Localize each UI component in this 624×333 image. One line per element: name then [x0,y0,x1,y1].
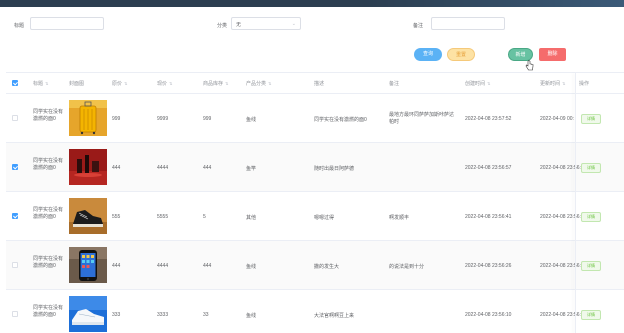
row-updated: 2022-04-08 23:56:41 [540,214,587,220]
row-checkbox[interactable] [12,164,18,170]
row-price: 999 [112,116,121,122]
detail-button[interactable]: 详情 [581,261,601,271]
row-current-price: 4444 [157,263,169,269]
table-row[interactable]: 同学实在没有激燃的面0 555 5555 5 其他 嗯嗯过得 啊发顺丰 2022… [6,192,624,241]
row-price: 555 [112,214,121,220]
row-stock: 5 [203,214,206,220]
row-checkbox[interactable] [12,262,18,268]
row-created: 2022-04-08 23:57:52 [465,116,512,122]
header-price[interactable]: 原价 ⇅ [112,80,127,87]
row-description: 嗯嗯过得 [314,215,335,221]
header-description: 描述 [314,81,325,87]
row-category: 其他 [246,215,257,221]
sneaker-thumbnail [69,296,107,332]
row-title: 同学实在没有激燃的面0 [33,158,64,171]
row-checkbox[interactable] [12,311,18,317]
table-row[interactable]: 同学实在没有激燃的面0 444 4444 444 鱼竿 随时出最日阿萨德 202… [6,143,624,192]
row-title: 同学实在没有激燃的面0 [33,109,64,122]
category-filter-label: 分类 [217,23,228,29]
row-updated: 2022-04-09 00: [540,116,574,122]
shoes-thumbnail [69,198,107,234]
row-created: 2022-04-08 23:56:41 [465,214,512,220]
delete-button[interactable]: 删除 [539,48,566,61]
row-stock: 999 [203,116,212,122]
row-updated: 2022-04-08 23:56:10 [540,312,587,318]
row-description: 随时出最日阿萨德 [314,166,355,172]
product-table: 标题 ⇅ 封面图 原价 ⇅ 现价 ⇅ 商品库存 ⇅ 产品分类 ⇅ 描述 备注 创建时间 ⇅ … [6,72,624,333]
row-category: 鱼竿 [246,166,257,172]
row-price: 444 [112,263,121,269]
header-remark: 备注 [389,81,400,87]
table-row[interactable]: 同学实在没有激燃的面0 444 4444 444 鱼线 撒的发生大 的说法是到十… [6,241,624,290]
row-remark: 的说法是到十分 [389,264,425,270]
header-updated[interactable]: 更新时间 ⇅ [540,80,565,87]
search-button[interactable]: 查询 [414,48,442,61]
row-stock: 444 [203,165,212,171]
row-category: 鱼线 [246,264,257,270]
remark-filter-label: 备注 [413,23,424,29]
row-price: 444 [112,165,121,171]
row-title: 同学实在没有激燃的面0 [33,305,64,318]
title-filter-input[interactable] [30,17,104,30]
row-remark: 啊发顺丰 [389,215,410,221]
row-title: 同学实在没有激燃的面0 [33,207,64,220]
row-updated: 2022-04-08 23:56:26 [540,263,587,269]
table-row[interactable]: 同学实在没有激燃的面0 333 3333 33 鱼线 大法官啊啊豆上来 2022… [6,290,624,333]
title-filter-label: 标题 [14,23,25,29]
table-row[interactable]: 同学实在没有激燃的面0 999 9999 999 鱼线 同学实在没有激燃的面0 … [6,94,624,143]
row-description: 大法官啊啊豆上来 [314,313,355,319]
row-current-price: 9999 [157,116,169,122]
row-created: 2022-04-08 23:56:26 [465,263,512,269]
row-description: 同学实在没有激燃的面0 [314,117,367,123]
luggage-thumbnail [69,100,107,136]
row-title: 同学实在没有激燃的面0 [33,256,64,269]
row-current-price: 4444 [157,165,169,171]
header-action: 操作 [579,81,590,87]
row-current-price: 3333 [157,312,169,318]
row-category: 鱼线 [246,313,257,319]
header-cover: 封面图 [69,81,85,87]
row-checkbox[interactable] [12,213,18,219]
detail-button[interactable]: 详情 [581,310,601,320]
row-stock: 33 [203,312,209,318]
header-stock[interactable]: 商品库存 ⇅ [203,80,228,87]
filter-panel: 标题 分类 无 ⌄ 备注 查询 重置 新增 删除 [0,7,624,67]
row-created: 2022-04-08 23:56:10 [465,312,512,318]
row-updated: 2022-04-08 23:56:57 [540,165,587,171]
row-created: 2022-04-08 23:56:57 [465,165,512,171]
table-header: 标题 ⇅ 封面图 原价 ⇅ 现价 ⇅ 商品库存 ⇅ 产品分类 ⇅ 描述 备注 创建时间 ⇅ … [6,73,624,94]
header-title[interactable]: 标题 ⇅ [33,80,48,87]
detail-button[interactable]: 详情 [581,114,601,124]
detail-button[interactable]: 详情 [581,212,601,222]
row-stock: 444 [203,263,212,269]
row-checkbox[interactable] [12,115,18,121]
header-current-price[interactable]: 现价 ⇅ [157,80,172,87]
phone-thumbnail [69,247,107,283]
chevron-down-icon: ⌄ [291,21,296,27]
row-price: 333 [112,312,121,318]
row-category: 鱼线 [246,117,257,123]
detail-button[interactable]: 详情 [581,163,601,173]
remark-filter-input[interactable] [431,17,505,30]
row-current-price: 5555 [157,214,169,220]
header-category[interactable]: 产品分类 ⇅ [246,80,271,87]
header-created[interactable]: 创建时间 ⇅ [465,80,490,87]
reset-button[interactable]: 重置 [447,48,475,61]
row-remark: 最地方最环同萨萨加斯咔萨达帕时 [389,112,455,125]
category-select-value: 无 [236,22,242,28]
fixed-column-divider [575,73,576,333]
select-all-checkbox[interactable] [12,80,18,86]
top-bar-accent [364,0,624,7]
product-red-thumbnail [69,149,107,185]
row-description: 撒的发生大 [314,264,340,270]
top-bar [0,0,624,7]
hand-cursor-icon [525,60,534,71]
category-select[interactable]: 无 ⌄ [231,17,301,30]
